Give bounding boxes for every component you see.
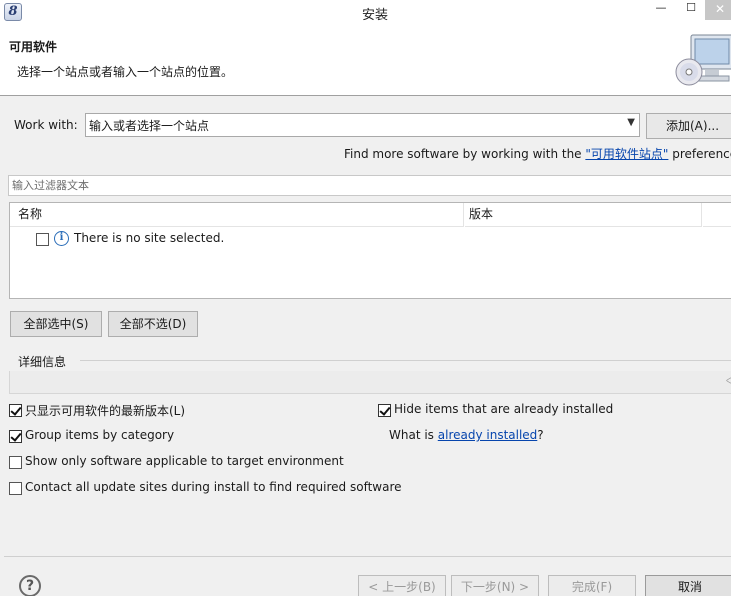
wizard-banner: 可用软件 选择一个站点或者输入一个站点的位置。 bbox=[0, 26, 731, 96]
details-separator bbox=[80, 360, 731, 361]
tree-row[interactable]: i There is no site selected. bbox=[10, 229, 731, 249]
cancel-button[interactable]: 取消 bbox=[645, 575, 731, 596]
latest-version-label: 只显示可用软件的最新版本(L) bbox=[25, 404, 186, 418]
row-text: There is no site selected. bbox=[74, 231, 225, 245]
what-is-suffix: ? bbox=[537, 428, 544, 442]
latest-version-checkbox[interactable] bbox=[9, 404, 22, 417]
hide-installed-label: Hide items that are already installed bbox=[394, 402, 614, 416]
hide-installed-checkbox[interactable] bbox=[378, 404, 391, 417]
target-environment-checkbox[interactable] bbox=[9, 456, 22, 469]
details-label: 详细信息 bbox=[18, 355, 67, 369]
filter-input[interactable]: 输入过滤器文本 bbox=[8, 175, 731, 196]
page-title: 可用软件 bbox=[9, 40, 58, 54]
find-more-suffix: preferences bbox=[672, 147, 731, 161]
finish-button[interactable]: 完成(F) bbox=[548, 575, 636, 596]
group-by-category-label: Group items by category bbox=[25, 428, 175, 442]
group-by-category-checkbox[interactable] bbox=[9, 430, 22, 443]
what-is-installed-text: What is already installed? bbox=[389, 428, 544, 442]
add-site-button[interactable]: 添加(A)... bbox=[646, 113, 731, 139]
footer-separator bbox=[4, 556, 731, 557]
contact-update-sites-label: Contact all update sites during install … bbox=[25, 480, 402, 494]
site-combo[interactable]: 输入或者选择一个站点 ▼ bbox=[85, 113, 640, 137]
info-icon: i bbox=[54, 231, 69, 246]
site-combo-value: 输入或者选择一个站点 bbox=[89, 119, 210, 133]
column-header-version[interactable]: 版本 bbox=[465, 203, 702, 227]
details-area[interactable]: ︿﹀ bbox=[9, 371, 731, 394]
chevron-down-icon[interactable]: ▼ bbox=[627, 117, 635, 128]
contact-update-sites-checkbox[interactable] bbox=[9, 482, 22, 495]
already-installed-link[interactable]: already installed bbox=[438, 428, 538, 442]
computer-cd-icon bbox=[675, 34, 731, 86]
title-bar: 8 安装 — ☐ ✕ bbox=[0, 0, 731, 26]
window-title: 安装 bbox=[361, 8, 388, 23]
next-button[interactable]: 下一步(N) > bbox=[451, 575, 539, 596]
what-is-prefix: What is bbox=[389, 428, 438, 442]
row-checkbox[interactable] bbox=[36, 233, 49, 246]
minimize-button[interactable]: — bbox=[646, 0, 676, 18]
available-sites-link[interactable]: "可用软件站点" bbox=[585, 147, 668, 161]
target-environment-label: Show only software applicable to target … bbox=[25, 454, 344, 468]
column-header-name[interactable]: 名称 bbox=[10, 203, 464, 227]
work-with-label: Work with: bbox=[14, 118, 78, 132]
page-description: 选择一个站点或者输入一个站点的位置。 bbox=[17, 65, 234, 79]
find-more-text: Find more software by working with the "… bbox=[344, 145, 731, 162]
software-tree[interactable]: 名称 版本 i There is no site selected. bbox=[9, 202, 731, 299]
column-header-filler bbox=[703, 203, 731, 227]
back-button[interactable]: < 上一步(B) bbox=[358, 575, 446, 596]
scroll-arrows-icon[interactable]: ︿﹀ bbox=[726, 374, 731, 391]
find-more-prefix: Find more software by working with the bbox=[344, 147, 586, 161]
close-button[interactable]: ✕ bbox=[705, 0, 731, 20]
help-icon[interactable]: ? bbox=[19, 575, 41, 596]
maximize-button[interactable]: ☐ bbox=[676, 0, 706, 18]
select-all-button[interactable]: 全部选中(S) bbox=[10, 311, 102, 337]
deselect-all-button[interactable]: 全部不选(D) bbox=[108, 311, 198, 337]
